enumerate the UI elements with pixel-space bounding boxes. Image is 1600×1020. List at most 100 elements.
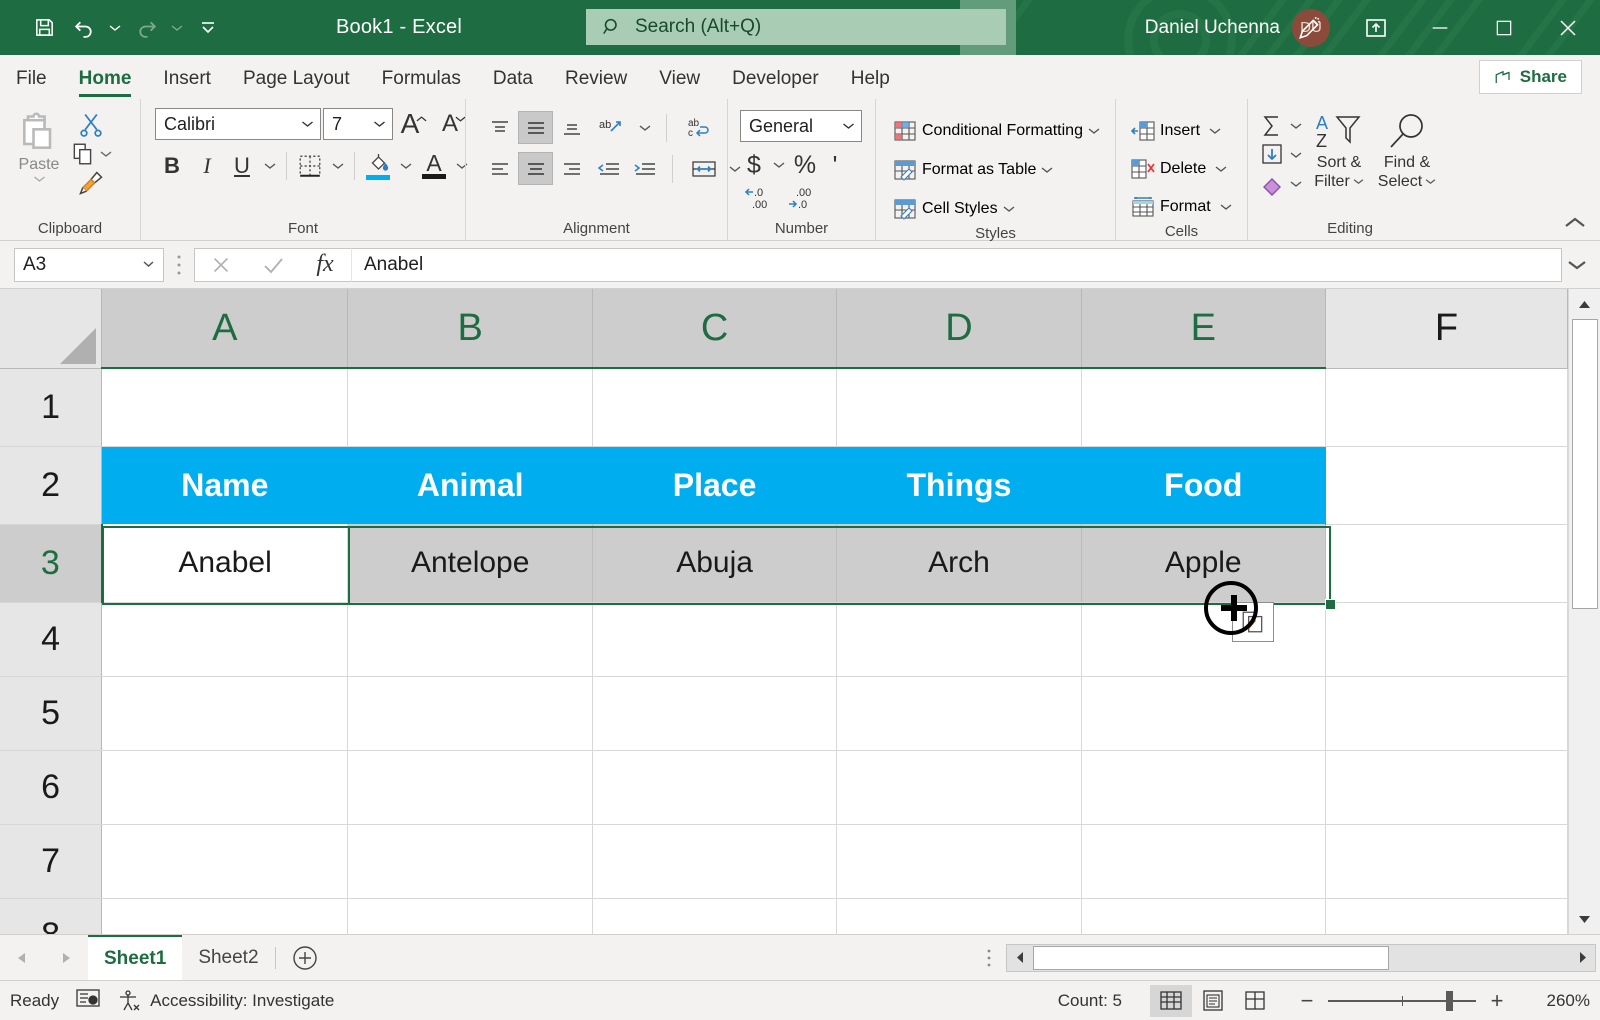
cell-e4[interactable] (1081, 602, 1325, 676)
borders-dropdown-chevron-icon[interactable] (328, 149, 348, 183)
column-header-d[interactable]: D (837, 289, 1081, 368)
cell-a3[interactable]: Anabel (102, 524, 348, 602)
cell-a6[interactable] (102, 750, 348, 824)
cell-d1[interactable] (837, 368, 1081, 446)
fill-color-button[interactable] (361, 149, 395, 183)
middle-align-button[interactable] (518, 111, 553, 144)
increase-font-size-button[interactable]: A (395, 107, 433, 141)
fill-color-dropdown-chevron-icon[interactable] (396, 149, 416, 183)
align-right-button[interactable] (554, 152, 589, 185)
top-align-button[interactable] (482, 111, 517, 144)
expand-formula-bar-chevron-down-icon[interactable] (1562, 248, 1592, 282)
sort-filter-chevron-down-icon[interactable] (1353, 178, 1364, 185)
horizontal-scrollbar[interactable] (1006, 944, 1596, 972)
accounting-dropdown-chevron-icon[interactable] (770, 148, 788, 182)
decrease-decimal-button[interactable]: .0 .00 (744, 185, 778, 211)
tab-help[interactable]: Help (835, 59, 906, 99)
tab-home[interactable]: Home (63, 59, 148, 99)
format-as-table-chevron-down-icon[interactable] (1041, 166, 1053, 174)
row-header-4[interactable]: 4 (0, 602, 102, 676)
row-header-7[interactable]: 7 (0, 824, 102, 898)
conditional-formatting-button[interactable]: Conditional Formatting (890, 114, 1103, 147)
search-box[interactable]: Search (Alt+Q) (586, 9, 1006, 45)
wrap-text-button[interactable]: ab c (678, 111, 720, 144)
zoom-in-button[interactable]: + (1488, 988, 1506, 1014)
column-header-e[interactable]: E (1081, 289, 1325, 368)
cell-b2[interactable]: Animal (348, 446, 592, 524)
ribbon-display-options-icon[interactable] (1344, 0, 1408, 55)
horizontal-scroll-thumb[interactable] (1033, 946, 1389, 970)
cell-f6[interactable] (1325, 750, 1567, 824)
comma-format-button[interactable]: ' (822, 148, 848, 182)
paste-button[interactable]: Paste (8, 107, 70, 183)
cell-c6[interactable] (592, 750, 836, 824)
cell-d2[interactable]: Things (837, 446, 1081, 524)
paste-options-button[interactable] (1232, 602, 1274, 642)
cell-f8[interactable] (1325, 898, 1567, 934)
undo-icon[interactable] (64, 8, 104, 48)
percent-format-button[interactable]: % (790, 148, 820, 182)
accounting-format-button[interactable]: $ (740, 148, 768, 182)
cell-styles-button[interactable]: Cell Styles (890, 192, 1103, 225)
cell-f2[interactable] (1325, 446, 1567, 524)
column-header-a[interactable]: A (102, 289, 348, 368)
tab-page-layout[interactable]: Page Layout (227, 59, 366, 99)
clear-button[interactable] (1258, 171, 1302, 197)
clear-chevron-down-icon[interactable] (1290, 180, 1302, 188)
cell-a4[interactable] (102, 602, 348, 676)
autosum-button[interactable] (1258, 113, 1302, 139)
format-as-table-button[interactable]: Format as Table (890, 153, 1103, 186)
find-and-select-button[interactable]: Find & Select (1376, 109, 1438, 191)
cell-f5[interactable] (1325, 676, 1567, 750)
tab-developer[interactable]: Developer (716, 59, 835, 99)
format-cells-button[interactable]: Format (1128, 190, 1235, 223)
vertical-scroll-track[interactable] (1569, 319, 1600, 904)
row-header-6[interactable]: 6 (0, 750, 102, 824)
copy-dropdown-chevron-icon[interactable] (100, 150, 112, 158)
redo-icon[interactable] (126, 8, 166, 48)
select-all-corner[interactable] (0, 289, 102, 368)
insert-cells-button[interactable]: Insert (1128, 114, 1235, 147)
row-header-2[interactable]: 2 (0, 446, 102, 524)
normal-view-button[interactable] (1150, 985, 1192, 1017)
cut-button[interactable] (77, 111, 105, 139)
cell-b7[interactable] (348, 824, 592, 898)
close-button[interactable] (1536, 0, 1600, 55)
font-size-input[interactable]: 7 (323, 108, 393, 140)
cell-d4[interactable] (837, 602, 1081, 676)
fill-button[interactable] (1258, 142, 1302, 168)
underline-dropdown-chevron-icon[interactable] (260, 149, 280, 183)
cell-c3[interactable]: Abuja (592, 524, 836, 602)
cell-e7[interactable] (1081, 824, 1325, 898)
font-color-button[interactable]: A (417, 149, 451, 183)
cell-f1[interactable] (1325, 368, 1567, 446)
cell-b5[interactable] (348, 676, 592, 750)
cell-a7[interactable] (102, 824, 348, 898)
name-box-chevron-down-icon[interactable] (142, 260, 155, 269)
vertical-scrollbar[interactable] (1568, 289, 1600, 934)
column-header-f[interactable]: F (1325, 289, 1567, 368)
cell-c7[interactable] (592, 824, 836, 898)
italic-button[interactable]: I (190, 149, 224, 183)
bottom-align-button[interactable] (554, 111, 589, 144)
tab-file[interactable]: File (0, 59, 63, 99)
grid-area[interactable]: A B C D E F 1 2 (0, 289, 1568, 934)
sheet-nav-previous-icon[interactable] (15, 951, 29, 965)
tab-insert[interactable]: Insert (147, 59, 227, 99)
zoom-level-label[interactable]: 260% (1534, 991, 1590, 1011)
fill-chevron-down-icon[interactable] (1290, 151, 1302, 159)
increase-decimal-button[interactable]: .00 .0 (788, 185, 822, 211)
cell-styles-chevron-down-icon[interactable] (1003, 205, 1015, 213)
page-layout-view-button[interactable] (1192, 985, 1234, 1017)
format-cells-chevron-down-icon[interactable] (1220, 203, 1232, 211)
undo-dropdown-chevron-icon[interactable] (104, 8, 126, 48)
zoom-out-button[interactable]: − (1298, 988, 1316, 1014)
row-header-8[interactable]: 8 (0, 898, 102, 934)
cell-c4[interactable] (592, 602, 836, 676)
share-button[interactable]: Share (1479, 60, 1582, 94)
column-header-b[interactable]: B (348, 289, 592, 368)
formula-input[interactable]: Anabel (351, 248, 1562, 282)
redo-dropdown-chevron-icon[interactable] (166, 8, 188, 48)
cell-e6[interactable] (1081, 750, 1325, 824)
delete-cells-button[interactable]: Delete (1128, 152, 1235, 185)
